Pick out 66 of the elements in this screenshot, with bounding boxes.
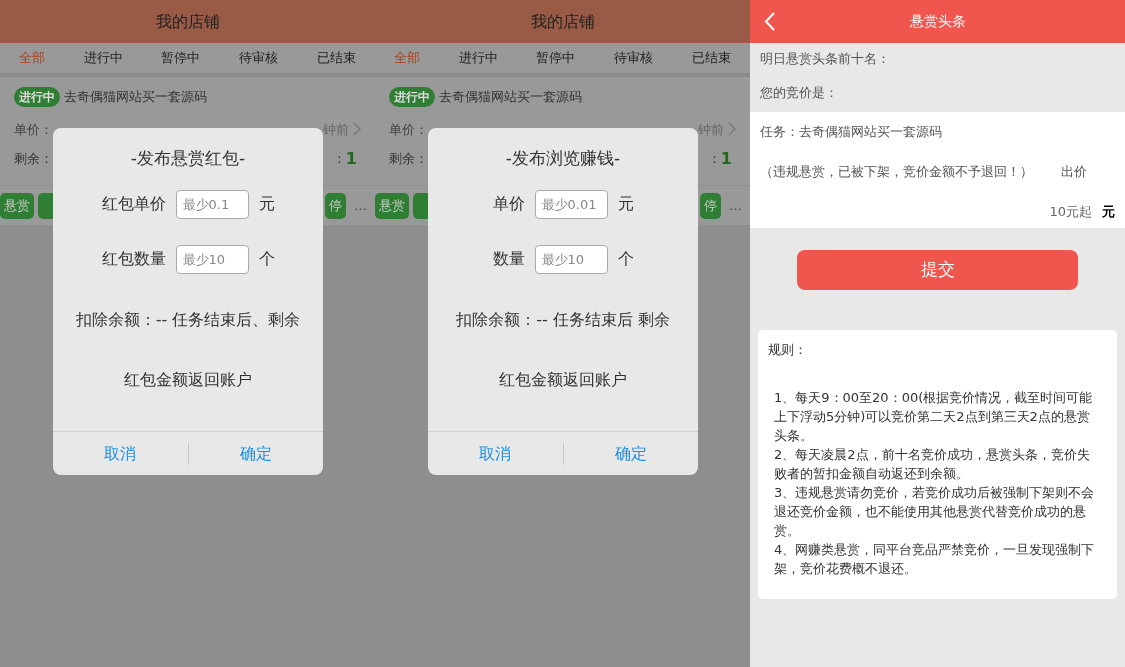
status-badge: 进行中 xyxy=(389,87,435,107)
remain-label: 剩余： xyxy=(14,150,53,169)
submit-button[interactable]: 提交 xyxy=(797,250,1078,290)
note-text: 红包金额返回账户 xyxy=(498,368,628,391)
task-text: 任务：去奇偶猫网站买一套源码 xyxy=(760,123,943,141)
more-text: … xyxy=(354,197,367,216)
locked-value: 1 xyxy=(720,148,732,170)
field-label: 红包单价 xyxy=(101,193,166,215)
warning-text: （违规悬赏，已被下架，竞价金额不予退回！） xyxy=(760,162,1033,181)
page-title: 我的店铺 xyxy=(0,0,375,43)
filter-tab[interactable]: 待审核 xyxy=(235,48,283,68)
action-button[interactable]: 悬赏 xyxy=(0,193,34,219)
action-button[interactable]: 悬赏 xyxy=(375,193,409,219)
filter-tab[interactable]: 已结束 xyxy=(687,48,735,68)
input-field[interactable]: 最少10 xyxy=(534,244,608,274)
unit-label: 元 xyxy=(617,193,634,215)
deduct-text: 扣除余额：-- 任务结束后 剩余 xyxy=(455,308,671,331)
info-text: 您的竞价是： xyxy=(760,83,839,102)
filter-tab[interactable]: 全部 xyxy=(390,48,425,68)
unit-label: 元 xyxy=(258,193,275,215)
cancel-button[interactable]: 取消 xyxy=(428,440,563,467)
status-badge: 进行中 xyxy=(14,87,60,107)
price-label: 单价： xyxy=(14,120,53,139)
locked-label: ： xyxy=(707,150,721,169)
back-icon[interactable] xyxy=(764,12,775,31)
info-text: 明日悬赏头条前十名： xyxy=(760,50,891,68)
unit-label: 个 xyxy=(617,248,634,270)
locked-label: ： xyxy=(332,150,346,169)
filter-tab[interactable]: 待审核 xyxy=(610,48,658,68)
rule-text: 2、每天凌晨2点，前十名竞价成功，悬赏头条，竞价失败者的暂扣金额自动返还到余额。 xyxy=(773,445,1091,483)
deduct-text: 扣除余额：-- 任务结束后、剩余 xyxy=(74,308,302,331)
unit-label: 元 xyxy=(1102,203,1115,221)
field-label: 单价 xyxy=(492,193,525,215)
more-text: … xyxy=(729,197,742,216)
confirm-button[interactable]: 确定 xyxy=(563,440,698,467)
page-title: 悬赏头条 xyxy=(909,12,966,31)
filter-tab[interactable]: 进行中 xyxy=(79,48,127,68)
locked-value: 1 xyxy=(345,148,357,170)
chevron-right-icon xyxy=(353,122,361,136)
filter-tab[interactable]: 暂停中 xyxy=(157,48,205,68)
action-button[interactable]: 停 xyxy=(700,193,721,219)
input-field[interactable]: 最少10 xyxy=(175,244,249,274)
unit-label: 个 xyxy=(258,248,275,270)
filter-tab[interactable]: 进行中 xyxy=(454,48,502,68)
rules-title: 规则： xyxy=(768,341,808,359)
confirm-button[interactable]: 确定 xyxy=(188,440,323,467)
rule-text: 1、每天9：00至20：00(根据竞价情况，截至时间可能上下浮动5分钟)可以竞价第二天2点到第三天2点的悬赏头条。 xyxy=(773,388,1094,445)
rule-text: 3、违规悬赏请勿竞价，若竞价成功后被强制下架则不会退还竞价金额，也不能使用其他悬赏代替竞价成功的悬赏。 xyxy=(773,483,1096,540)
price-label: 单价： xyxy=(389,120,428,139)
filter-tab[interactable]: 已结束 xyxy=(312,48,360,68)
chevron-right-icon xyxy=(728,122,736,136)
field-label: 红包数量 xyxy=(101,248,166,270)
filter-tab[interactable]: 暂停中 xyxy=(532,48,580,68)
input-field[interactable]: 最少0.01 xyxy=(534,189,608,219)
input-field[interactable]: 最少0.1 xyxy=(175,189,249,219)
rule-text: 4、网赚类悬赏，同平台竞品严禁竞价，一旦发现强制下架，竞价花费概不退还。 xyxy=(773,540,1096,578)
field-label: 数量 xyxy=(492,248,525,270)
filter-tab[interactable]: 全部 xyxy=(15,48,50,68)
action-button[interactable]: 停 xyxy=(325,193,346,219)
page-title: 我的店铺 xyxy=(375,0,750,43)
remain-label: 剩余： xyxy=(389,150,428,169)
cancel-button[interactable]: 取消 xyxy=(53,440,188,467)
dialog-title: -发布浏览赚钱- xyxy=(504,147,622,170)
dialog-title: -发布悬赏红包- xyxy=(129,147,247,170)
bid-label: 出价 xyxy=(1061,162,1087,181)
note-text: 红包金额返回账户 xyxy=(123,368,253,391)
